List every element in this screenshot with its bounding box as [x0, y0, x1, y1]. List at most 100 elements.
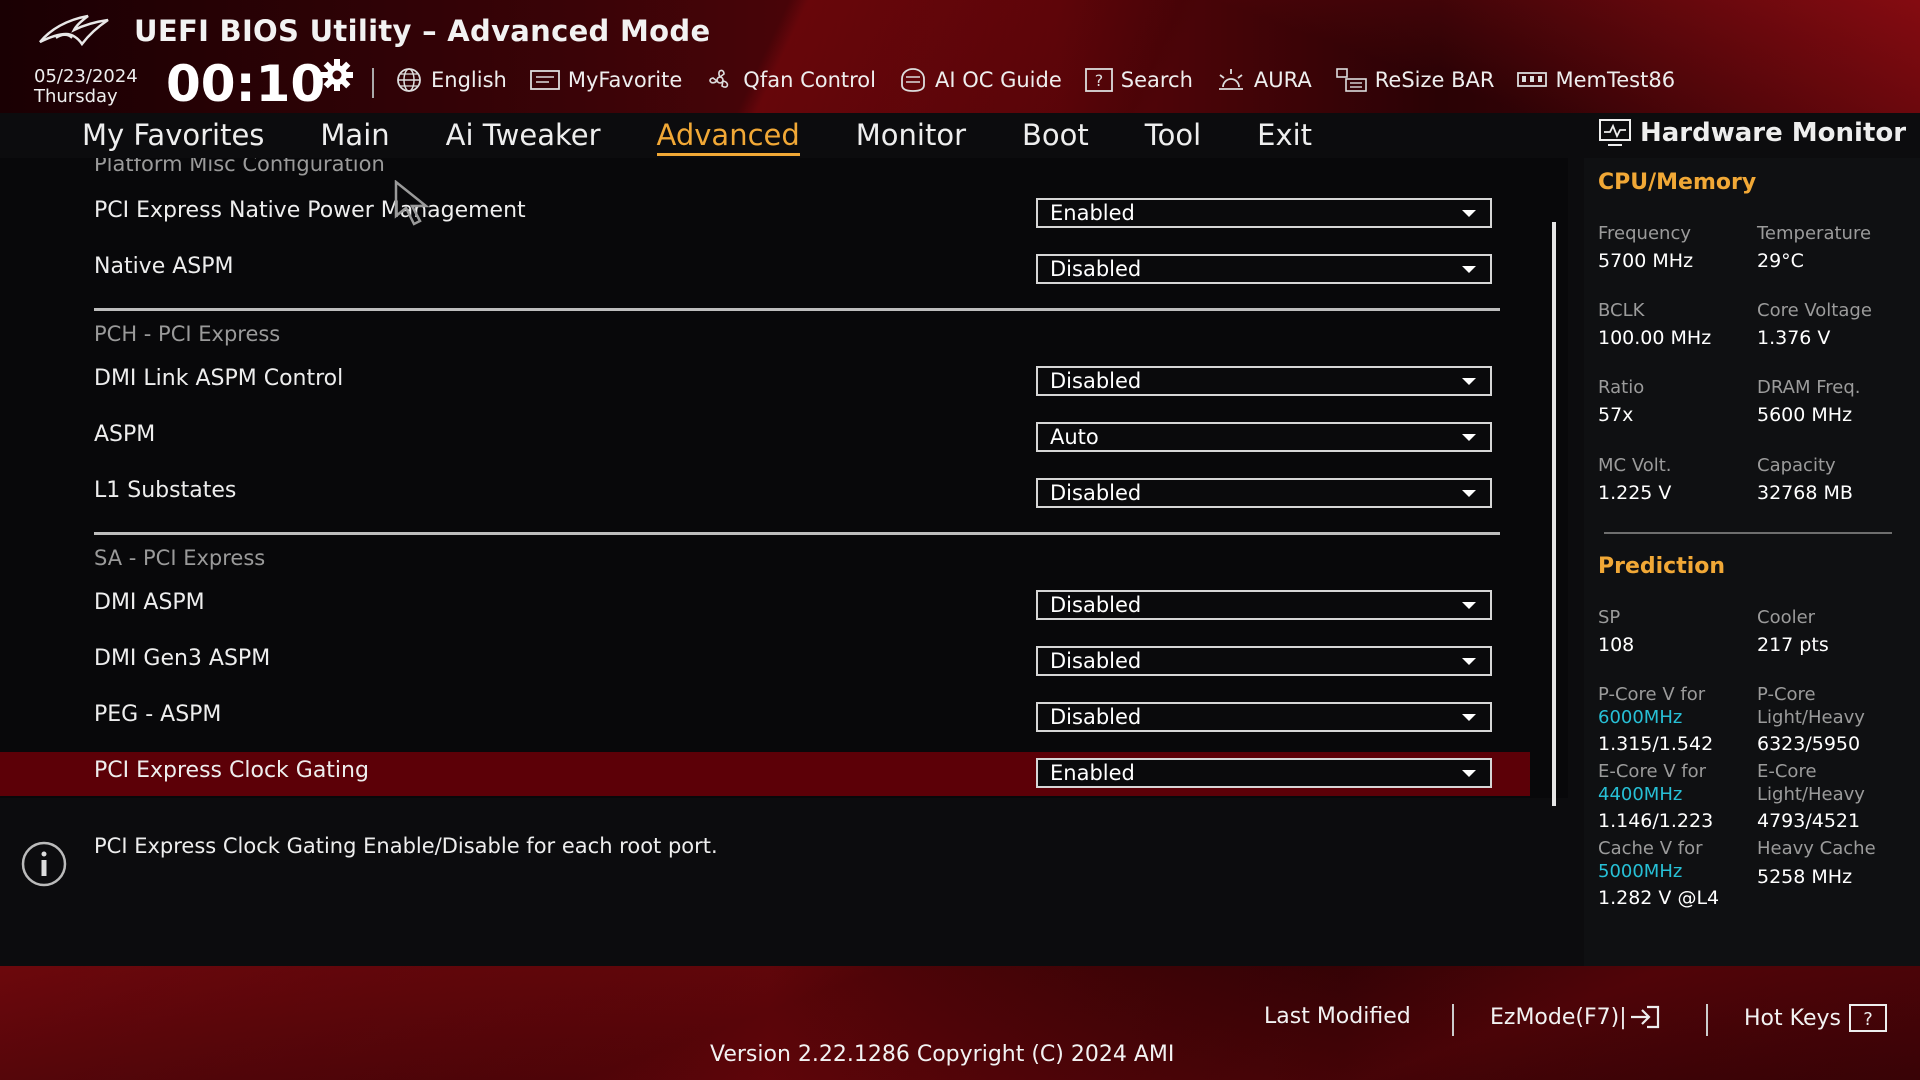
- setting-label[interactable]: DMI Gen3 ASPM: [94, 646, 270, 671]
- resize-bar-icon: [1335, 68, 1367, 92]
- hw-value: 1.225 V: [1598, 482, 1672, 504]
- hw-label: DRAM Freq.: [1757, 377, 1861, 398]
- tab-my-favorites[interactable]: My Favorites: [82, 114, 264, 158]
- memtest-icon: [1517, 72, 1548, 87]
- tool-label: Qfan Control: [743, 68, 876, 92]
- tool-language[interactable]: English: [394, 67, 507, 93]
- hw-label: Light/Heavy: [1757, 784, 1865, 805]
- setting-dropdown[interactable]: Disabled: [1036, 254, 1492, 284]
- setting-dropdown[interactable]: Enabled: [1036, 198, 1492, 228]
- tab-advanced[interactable]: Advanced: [656, 114, 801, 158]
- hw-label: Cooler: [1757, 607, 1816, 628]
- hw-divider: [1604, 532, 1892, 534]
- tab-boot[interactable]: Boot: [1022, 114, 1089, 158]
- hw-value: 1.376 V: [1757, 327, 1831, 349]
- monitor-icon: [1599, 119, 1631, 146]
- caret-down-icon: [1462, 714, 1476, 721]
- setting-label[interactable]: L1 Substates: [94, 478, 236, 503]
- hw-value: 5700 MHz: [1598, 250, 1694, 272]
- setting-label[interactable]: ASPM: [94, 422, 155, 447]
- setting-dropdown[interactable]: Disabled: [1036, 646, 1492, 676]
- caret-down-icon: [1462, 490, 1476, 497]
- caret-down-icon: [1462, 658, 1476, 665]
- tool-ai-oc-guide[interactable]: AI OC Guide: [898, 67, 1062, 93]
- tool-label: ReSize BAR: [1374, 68, 1495, 92]
- help-text: PCI Express Clock Gating Enable/Disable …: [94, 834, 718, 858]
- clock: 00:10: [166, 55, 326, 113]
- setting-label[interactable]: DMI ASPM: [94, 590, 205, 615]
- tool-aura[interactable]: AURA: [1215, 67, 1312, 93]
- last-modified-button[interactable]: Last Modified: [1264, 1004, 1411, 1029]
- dropdown-value: Auto: [1050, 425, 1099, 449]
- hw-value: 1.146/1.223: [1598, 810, 1714, 832]
- ezmode-button[interactable]: EzMode(F7)|: [1490, 1004, 1661, 1030]
- hw-section-cpu-memory: CPU/Memory: [1598, 170, 1757, 195]
- setting-dropdown[interactable]: Disabled: [1036, 478, 1492, 508]
- tab-tool[interactable]: Tool: [1145, 114, 1201, 158]
- aura-icon: [1218, 69, 1243, 90]
- search-icon: ?: [1084, 68, 1113, 92]
- hw-value: 57x: [1598, 404, 1634, 426]
- tool-resize-bar[interactable]: ReSize BAR: [1334, 66, 1495, 94]
- tab-ai-tweaker[interactable]: Ai Tweaker: [446, 114, 601, 158]
- tab-monitor[interactable]: Monitor: [856, 114, 966, 158]
- hw-value: 1.282 V @L4: [1598, 887, 1720, 909]
- hw-label: P-Core: [1757, 684, 1816, 705]
- setting-dropdown[interactable]: Auto: [1036, 422, 1492, 452]
- gear-icon[interactable]: [320, 58, 354, 92]
- setting-label[interactable]: Native ASPM: [94, 254, 234, 279]
- day: Thursday: [34, 86, 118, 107]
- hw-label: Heavy Cache: [1757, 838, 1876, 859]
- settings-panel: Platform Misc Configuration PCI Express …: [0, 158, 1568, 798]
- hw-label: Capacity: [1757, 455, 1836, 476]
- info-icon: [21, 841, 67, 887]
- help-key-icon: ?: [1848, 1004, 1887, 1032]
- setting-label[interactable]: DMI Link ASPM Control: [94, 366, 343, 391]
- setting-label[interactable]: PEG - ASPM: [94, 702, 221, 727]
- tool-memtest86[interactable]: MemTest86: [1516, 68, 1675, 92]
- setting-dropdown[interactable]: Disabled: [1036, 590, 1492, 620]
- tool-qfan-control[interactable]: Qfan Control: [704, 66, 876, 94]
- caret-down-icon: [1462, 266, 1476, 273]
- tab-main[interactable]: Main: [320, 114, 389, 158]
- hw-label: BCLK: [1598, 300, 1645, 321]
- hw-label: Ratio: [1598, 377, 1645, 398]
- caret-down-icon: [1462, 434, 1476, 441]
- tool-search[interactable]: ? Search: [1084, 67, 1193, 93]
- hot-keys-button[interactable]: Hot Keys ?: [1744, 1004, 1887, 1032]
- mouse-cursor-icon: [394, 180, 430, 226]
- section-title: SA - PCI Express: [94, 546, 266, 570]
- hw-label: Frequency: [1598, 223, 1691, 244]
- hw-label: E-Core: [1757, 761, 1817, 782]
- footer-label: EzMode(F7)|: [1490, 1004, 1627, 1030]
- setting-label-selected[interactable]: PCI Express Clock Gating: [94, 758, 369, 783]
- tool-label: Search: [1120, 68, 1193, 92]
- setting-label[interactable]: PCI Express Native Power Management: [94, 198, 526, 223]
- dropdown-value: Disabled: [1050, 593, 1142, 617]
- caret-down-icon: [1462, 210, 1476, 217]
- hw-label: MC Volt.: [1598, 455, 1672, 476]
- favorite-icon: [529, 70, 560, 90]
- setting-dropdown-selected[interactable]: Enabled: [1036, 758, 1492, 788]
- tool-label: MemTest86: [1555, 68, 1676, 92]
- hw-value: 29°C: [1757, 250, 1804, 272]
- tool-myfavorite[interactable]: MyFavorite: [529, 68, 682, 92]
- tab-exit[interactable]: Exit: [1257, 114, 1312, 158]
- dropdown-value: Disabled: [1050, 369, 1142, 393]
- hw-label: Core Voltage: [1757, 300, 1872, 321]
- setting-dropdown[interactable]: Disabled: [1036, 366, 1492, 396]
- footer-label: Last Modified: [1264, 1004, 1411, 1029]
- ai-guide-icon: [901, 68, 925, 92]
- svg-text:?: ?: [1095, 71, 1104, 90]
- hw-value: 108: [1598, 634, 1635, 656]
- section-divider: [94, 308, 1500, 311]
- hw-label: SP: [1598, 607, 1621, 628]
- hw-label: P-Core V for: [1598, 684, 1706, 705]
- main-nav: My Favorites Main Ai Tweaker Advanced Mo…: [82, 114, 1368, 158]
- section-title: PCH - PCI Express: [94, 322, 281, 346]
- app-title: UEFI BIOS Utility – Advanced Mode: [134, 14, 711, 48]
- scrollbar[interactable]: [1552, 222, 1556, 806]
- globe-icon: [397, 68, 421, 92]
- footer-separator: [1452, 1004, 1454, 1036]
- setting-dropdown[interactable]: Disabled: [1036, 702, 1492, 732]
